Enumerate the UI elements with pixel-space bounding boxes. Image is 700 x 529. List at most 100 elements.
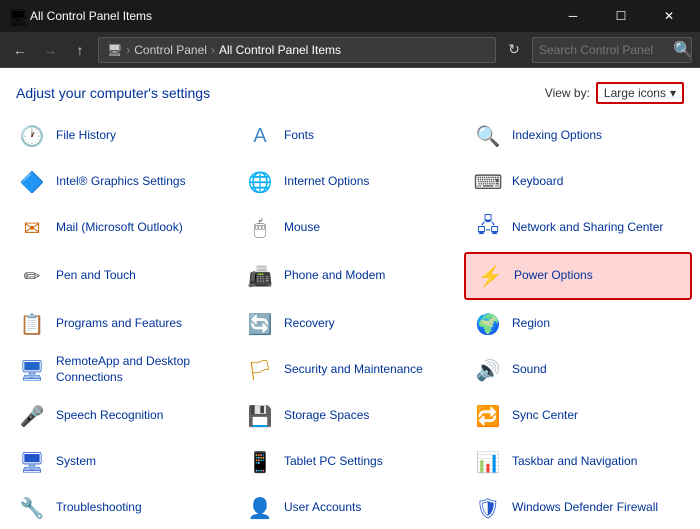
- view-by-label: View by:: [545, 86, 590, 100]
- item-label: Intel® Graphics Settings: [56, 174, 186, 190]
- item-icon: ✏: [16, 260, 48, 292]
- item-icon: 🔁: [472, 400, 504, 432]
- view-by-dropdown[interactable]: Large icons ▾: [596, 82, 684, 104]
- item-label: Recovery: [284, 316, 335, 332]
- item-label: Storage Spaces: [284, 408, 369, 424]
- item-icon: 🖱: [244, 212, 276, 244]
- item-icon: 🛡: [472, 492, 504, 524]
- grid-item[interactable]: 🖥 System: [8, 440, 236, 484]
- item-icon: 🖧: [472, 212, 504, 244]
- grid-item[interactable]: 🏳 Security and Maintenance: [236, 348, 464, 392]
- item-label: Network and Sharing Center: [512, 220, 663, 236]
- grid-item[interactable]: 🖱 Mouse: [236, 206, 464, 250]
- minimize-button[interactable]: ─: [550, 0, 596, 32]
- grid-item[interactable]: ✏ Pen and Touch: [8, 252, 236, 300]
- item-label: File History: [56, 128, 116, 144]
- breadcrumb: 🖥 › Control Panel › All Control Panel It…: [107, 43, 341, 57]
- grid-item[interactable]: 🔍 Indexing Options: [464, 114, 692, 158]
- item-icon: 🔊: [472, 354, 504, 386]
- item-icon: 💾: [244, 400, 276, 432]
- item-label: Internet Options: [284, 174, 369, 190]
- item-icon: 📋: [16, 308, 48, 340]
- item-icon: A: [244, 120, 276, 152]
- grid-item[interactable]: 🌐 Internet Options: [236, 160, 464, 204]
- grid-item[interactable]: ⚡Power Options: [464, 252, 692, 300]
- grid-item[interactable]: 🖧 Network and Sharing Center: [464, 206, 692, 250]
- item-label: System: [56, 454, 96, 470]
- grid-item[interactable]: 💾 Storage Spaces: [236, 394, 464, 438]
- item-icon: 🕐: [16, 120, 48, 152]
- chevron-down-icon: ▾: [670, 86, 676, 100]
- item-label: Troubleshooting: [56, 500, 142, 516]
- item-label: Fonts: [284, 128, 314, 144]
- item-icon: 👤: [244, 492, 276, 524]
- item-icon: 🔄: [244, 308, 276, 340]
- maximize-button[interactable]: ☐: [598, 0, 644, 32]
- item-label: Security and Maintenance: [284, 362, 423, 378]
- item-icon: ✉: [16, 212, 48, 244]
- item-label: Keyboard: [512, 174, 563, 190]
- item-label: User Accounts: [284, 500, 361, 516]
- item-icon: 📠: [244, 260, 276, 292]
- title-bar: 🖥 All Control Panel Items ─ ☐ ✕: [0, 0, 700, 32]
- item-label: Indexing Options: [512, 128, 602, 144]
- item-icon: 🖥: [16, 354, 48, 386]
- back-button[interactable]: ←: [8, 38, 32, 62]
- item-label: Mail (Microsoft Outlook): [56, 220, 183, 236]
- app-icon: 🖥: [8, 8, 24, 24]
- item-icon: 🔷: [16, 166, 48, 198]
- grid-item[interactable]: 🔧Troubleshooting: [8, 486, 236, 529]
- grid-item[interactable]: 📊Taskbar and Navigation: [464, 440, 692, 484]
- page-title: Adjust your computer's settings: [16, 85, 210, 101]
- item-label: Speech Recognition: [56, 408, 163, 424]
- grid-item[interactable]: 🔊Sound: [464, 348, 692, 392]
- search-input[interactable]: [539, 43, 669, 57]
- window-controls: ─ ☐ ✕: [550, 0, 692, 32]
- grid-item[interactable]: 📱Tablet PC Settings: [236, 440, 464, 484]
- grid-item[interactable]: ⌨ Keyboard: [464, 160, 692, 204]
- grid-item[interactable]: 🔁 Sync Center: [464, 394, 692, 438]
- item-label: Mouse: [284, 220, 320, 236]
- grid-item[interactable]: 🖥 RemoteApp and Desktop Connections: [8, 348, 236, 392]
- item-icon: ⌨: [472, 166, 504, 198]
- item-label: Programs and Features: [56, 316, 182, 332]
- item-label: Tablet PC Settings: [284, 454, 383, 470]
- item-label: Sync Center: [512, 408, 578, 424]
- grid-item[interactable]: 🎤Speech Recognition: [8, 394, 236, 438]
- grid-item[interactable]: 🔄 Recovery: [236, 302, 464, 346]
- item-icon: 🏳: [244, 354, 276, 386]
- item-icon: 🌐: [244, 166, 276, 198]
- grid-item[interactable]: ✉ Mail (Microsoft Outlook): [8, 206, 236, 250]
- grid-item[interactable]: 📋 Programs and Features: [8, 302, 236, 346]
- breadcrumb-current: All Control Panel Items: [219, 43, 341, 57]
- item-icon: 📊: [472, 446, 504, 478]
- item-label: Power Options: [514, 268, 593, 284]
- window-title: All Control Panel Items: [30, 9, 152, 23]
- content-header: Adjust your computer's settings View by:…: [0, 68, 700, 110]
- item-icon: 🌍: [472, 308, 504, 340]
- main-content: Adjust your computer's settings View by:…: [0, 68, 700, 529]
- view-by-control: View by: Large icons ▾: [545, 82, 684, 104]
- up-button[interactable]: ↑: [68, 38, 92, 62]
- item-label: Phone and Modem: [284, 268, 385, 284]
- forward-button[interactable]: →: [38, 38, 62, 62]
- address-input[interactable]: 🖥 › Control Panel › All Control Panel It…: [98, 37, 496, 63]
- refresh-button[interactable]: ↻: [502, 38, 526, 62]
- item-icon: 🖥: [16, 446, 48, 478]
- grid-item[interactable]: 👤 User Accounts: [236, 486, 464, 529]
- grid-item[interactable]: 🛡Windows Defender Firewall: [464, 486, 692, 529]
- grid-item[interactable]: A Fonts: [236, 114, 464, 158]
- grid-item[interactable]: 🔷 Intel® Graphics Settings: [8, 160, 236, 204]
- item-label: Pen and Touch: [56, 268, 136, 284]
- search-icon: 🔍: [673, 40, 693, 60]
- grid-item[interactable]: 🕐 File History: [8, 114, 236, 158]
- search-box[interactable]: 🔍: [532, 37, 692, 63]
- close-button[interactable]: ✕: [646, 0, 692, 32]
- grid-item[interactable]: 🌍 Region: [464, 302, 692, 346]
- grid-item[interactable]: 📠 Phone and Modem: [236, 252, 464, 300]
- item-icon: 🔍: [472, 120, 504, 152]
- breadcrumb-home-icon: 🖥: [107, 43, 122, 57]
- item-label: RemoteApp and Desktop Connections: [56, 354, 228, 385]
- breadcrumb-control-panel[interactable]: Control Panel: [134, 43, 207, 57]
- item-label: Region: [512, 316, 550, 332]
